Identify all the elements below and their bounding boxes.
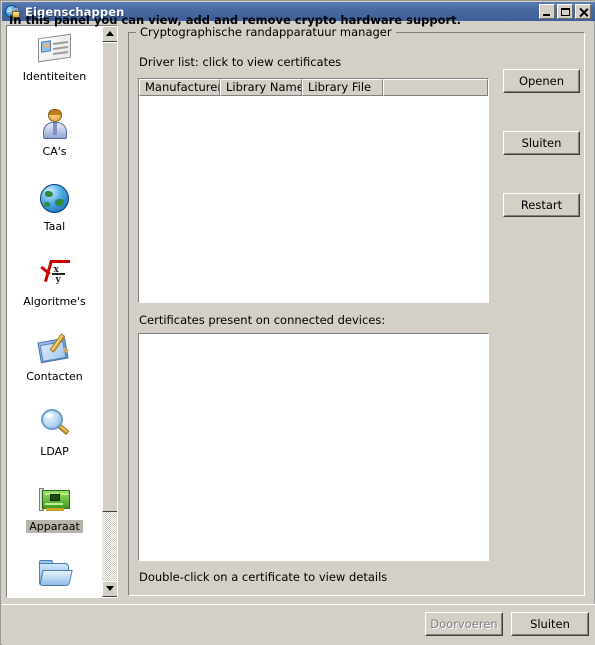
close-button[interactable] <box>575 4 591 19</box>
folder-icon <box>37 557 73 591</box>
sidebar-scrollbar[interactable] <box>101 26 117 597</box>
dialog-close-button[interactable]: Sluiten <box>511 612 589 636</box>
driver-list-body[interactable] <box>139 96 488 302</box>
group-legend: Cryptographische randapparatuur manager <box>136 25 396 39</box>
window-controls <box>539 4 593 19</box>
column-header-library-name[interactable]: Library Name <box>220 79 302 96</box>
sidebar-item-apparaat[interactable]: Apparaat <box>7 482 102 557</box>
sidebar-item-cas[interactable]: CA's <box>7 107 102 182</box>
sidebar-item-algoritmes[interactable]: xy Algoritme's <box>7 257 102 332</box>
bottom-bar <box>2 604 595 645</box>
close-device-button-label: Sluiten <box>504 132 579 154</box>
square-root-icon: xy <box>37 257 73 291</box>
maximize-button[interactable] <box>557 4 573 19</box>
open-button-label: Openen <box>504 70 579 92</box>
scroll-down-arrow[interactable] <box>102 581 117 597</box>
sidebar-item-label: Folder <box>35 595 75 597</box>
driver-list-table[interactable]: Manufacturer Library Name Library File <box>138 78 489 303</box>
magnifier-icon <box>37 407 73 441</box>
sidebar: Identiteiten CA's Taal xy Algoritme's Co… <box>6 25 118 598</box>
person-icon <box>37 107 73 141</box>
globe-icon <box>37 182 73 216</box>
sidebar-item-label: Taal <box>43 220 66 233</box>
sidebar-item-label: Identiteiten <box>22 70 87 83</box>
column-header-manufacturer[interactable]: Manufacturer <box>139 79 220 96</box>
apply-button-label: Doorvoeren <box>426 613 502 635</box>
sidebar-item-label: CA's <box>42 145 67 158</box>
sidebar-item-folder[interactable]: Folder <box>7 557 102 597</box>
sidebar-item-label: Contacten <box>26 370 83 383</box>
sidebar-item-label: LDAP <box>40 445 69 458</box>
id-card-icon <box>37 32 73 66</box>
sidebar-item-list: Identiteiten CA's Taal xy Algoritme's Co… <box>7 26 102 597</box>
scroll-up-arrow[interactable] <box>102 26 117 42</box>
close-device-button[interactable]: Sluiten <box>503 131 580 155</box>
scrollbar-track[interactable] <box>102 42 117 581</box>
sidebar-item-label: Apparaat <box>26 520 83 533</box>
dialog-close-button-label: Sluiten <box>512 613 588 635</box>
certificates-hint: Double-click on a certificate to view de… <box>139 570 388 584</box>
certificates-list[interactable] <box>138 333 489 561</box>
open-button[interactable]: Openen <box>503 69 580 93</box>
apply-button[interactable]: Doorvoeren <box>425 612 503 636</box>
column-header-blank[interactable] <box>383 79 488 96</box>
certificates-label: Certificates present on connected device… <box>139 313 386 327</box>
circuit-board-icon <box>37 482 73 516</box>
driver-list-header: Manufacturer Library Name Library File <box>139 79 488 96</box>
sidebar-item-contacten[interactable]: Contacten <box>7 332 102 407</box>
sidebar-item-ldap[interactable]: LDAP <box>7 407 102 482</box>
restart-button-label: Restart <box>504 194 579 216</box>
sidebar-item-taal[interactable]: Taal <box>7 182 102 257</box>
scrollbar-thumb[interactable] <box>102 42 117 512</box>
sidebar-item-identiteiten[interactable]: Identiteiten <box>7 32 102 107</box>
minimize-button[interactable] <box>539 4 555 19</box>
restart-button[interactable]: Restart <box>503 193 580 217</box>
properties-window: Eigenschappen Identiteiten CA's Taal x y… <box>0 0 595 645</box>
column-header-library-file[interactable]: Library File <box>302 79 383 96</box>
status-text: In this panel you can view, add and remo… <box>9 13 462 27</box>
address-book-pencil-icon <box>36 332 73 366</box>
sidebar-item-label: Algoritme's <box>23 295 86 308</box>
driver-list-label: Driver list: click to view certificates <box>139 55 342 69</box>
